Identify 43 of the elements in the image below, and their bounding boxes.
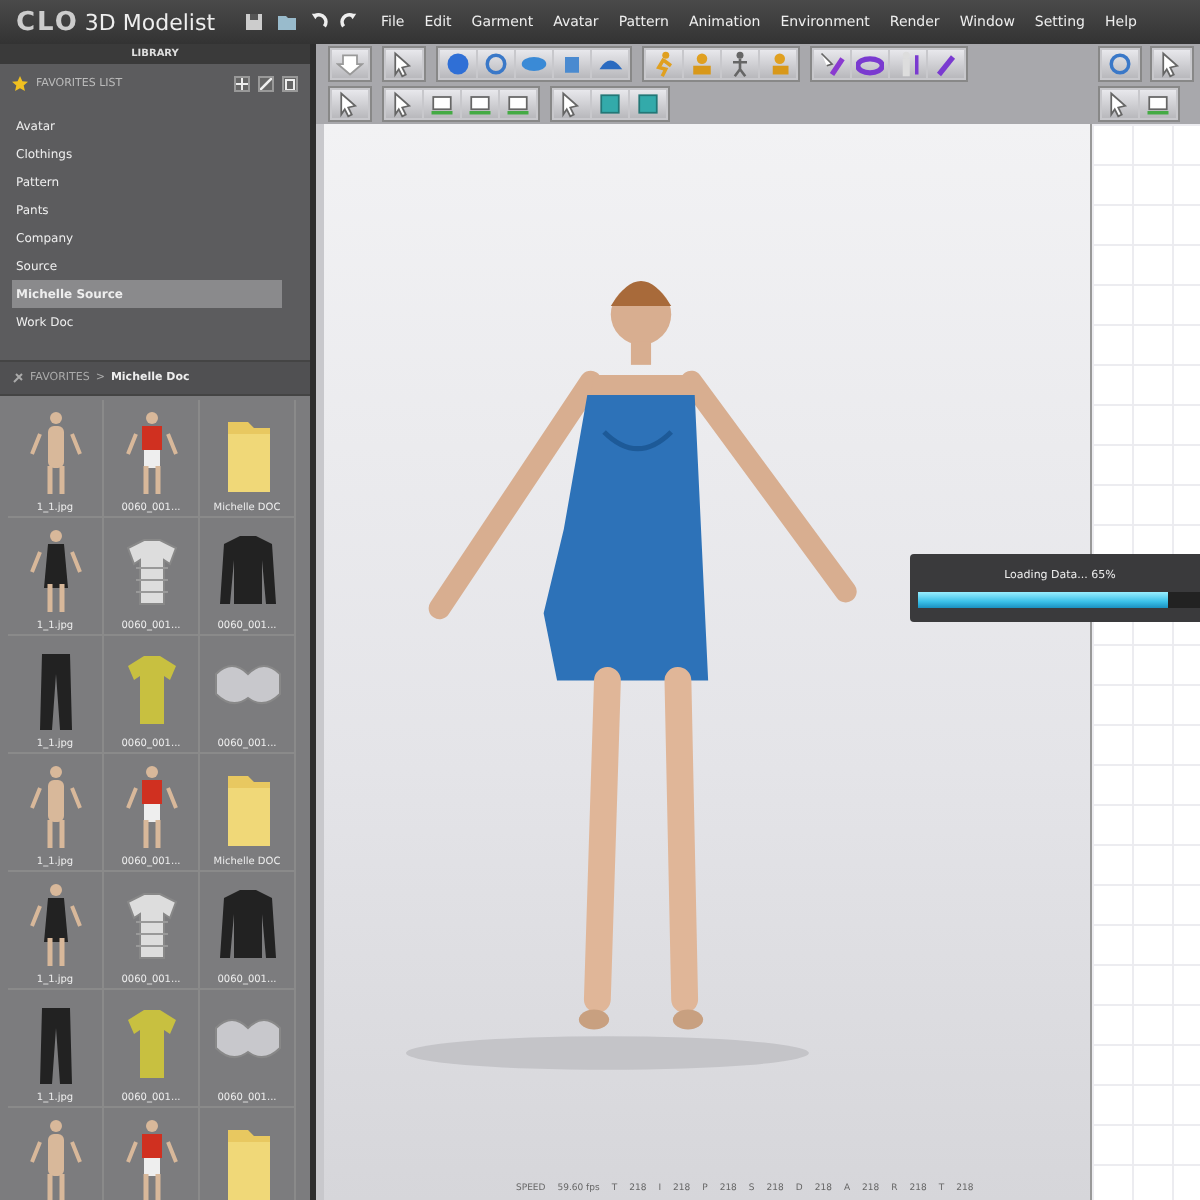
down-icon bbox=[336, 50, 364, 78]
undo-icon[interactable] bbox=[309, 12, 328, 30]
tool-button[interactable] bbox=[554, 50, 590, 78]
tool-button[interactable] bbox=[592, 50, 628, 78]
tool-button[interactable] bbox=[462, 90, 498, 118]
fabric-icon bbox=[504, 90, 532, 118]
tool-button[interactable] bbox=[928, 50, 964, 78]
add-button[interactable] bbox=[234, 76, 250, 92]
trash-icon bbox=[284, 78, 296, 90]
tool-button[interactable] bbox=[852, 50, 888, 78]
tool-button[interactable] bbox=[890, 50, 926, 78]
grid-icon bbox=[634, 90, 662, 118]
tool-button[interactable] bbox=[478, 50, 514, 78]
tool-button[interactable] bbox=[424, 90, 460, 118]
tool-button[interactable] bbox=[440, 50, 476, 78]
app-logo: CLO bbox=[16, 7, 79, 37]
tool-button[interactable] bbox=[592, 90, 628, 118]
ring-icon bbox=[856, 50, 884, 78]
open-folder-icon[interactable] bbox=[275, 12, 298, 32]
run-icon bbox=[650, 50, 678, 78]
grid-icon bbox=[596, 90, 624, 118]
tool-button[interactable] bbox=[1140, 90, 1176, 118]
plus-icon bbox=[236, 78, 248, 90]
app-title: 3D Modelist bbox=[84, 9, 216, 35]
tool-button[interactable] bbox=[1102, 90, 1138, 118]
fabric-icon bbox=[1144, 90, 1172, 118]
save-icon[interactable] bbox=[243, 12, 264, 32]
tool-button[interactable] bbox=[814, 50, 850, 78]
tool-button[interactable] bbox=[516, 50, 552, 78]
pencil-icon bbox=[260, 78, 272, 90]
delete-button[interactable] bbox=[282, 76, 298, 92]
star-icon bbox=[12, 76, 28, 92]
tool-button[interactable] bbox=[386, 90, 422, 118]
tool-button[interactable] bbox=[722, 50, 758, 78]
fabric-icon bbox=[428, 90, 456, 118]
blob-icon bbox=[444, 50, 472, 78]
edit-button[interactable] bbox=[258, 76, 274, 92]
tool-button[interactable] bbox=[630, 90, 666, 118]
fabric-icon bbox=[466, 90, 494, 118]
tool-button[interactable] bbox=[554, 90, 590, 118]
tool-button[interactable] bbox=[500, 90, 536, 118]
redo-icon[interactable] bbox=[339, 12, 358, 30]
pointer-wand-icon bbox=[818, 50, 846, 78]
